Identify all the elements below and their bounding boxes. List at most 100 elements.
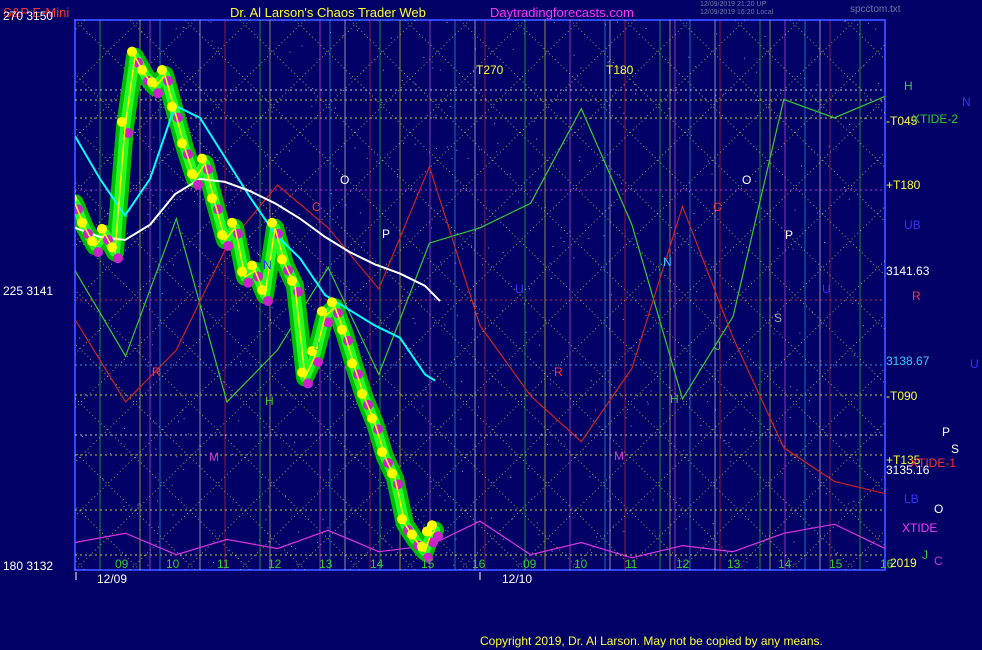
star <box>423 57 425 58</box>
plot-label-n1: N <box>263 258 272 272</box>
star <box>355 557 357 559</box>
right-label-t180: +T180 <box>886 178 921 192</box>
star <box>816 212 818 214</box>
star <box>473 71 474 73</box>
star <box>573 54 575 56</box>
plot-label-m1: M <box>209 450 219 464</box>
star <box>470 245 472 247</box>
star <box>627 409 629 410</box>
right-label-year: 2019 <box>890 556 917 570</box>
star <box>594 409 596 411</box>
cycle-line <box>75 95 885 404</box>
high-dot <box>157 65 167 75</box>
star <box>255 212 257 214</box>
star <box>364 427 366 428</box>
star <box>685 528 687 530</box>
star <box>157 526 159 528</box>
star <box>233 202 235 204</box>
right-label-u: U <box>970 357 979 371</box>
star <box>440 261 442 263</box>
diagonal-line <box>75 20 636 570</box>
star <box>472 328 474 330</box>
site-link[interactable]: Daytradingforecasts.com <box>490 5 634 20</box>
star <box>847 503 849 505</box>
left-scale-top: 270 3150 <box>3 9 54 23</box>
right-price-2: 3138.67 <box>886 354 930 368</box>
star <box>742 252 743 254</box>
high-dot <box>197 153 207 164</box>
star <box>580 67 582 69</box>
star <box>217 47 219 49</box>
star <box>277 101 279 103</box>
app-title: Dr. Al Larson's Chaos Trader Web <box>230 5 426 20</box>
star <box>557 98 559 100</box>
star <box>414 322 416 324</box>
star <box>490 517 492 519</box>
star <box>451 158 453 160</box>
star <box>456 149 458 151</box>
star <box>412 318 414 319</box>
star <box>700 425 702 426</box>
star <box>110 453 111 455</box>
high-dot <box>207 193 217 204</box>
x-tick-label: 15 <box>421 557 435 571</box>
star <box>647 403 649 405</box>
star <box>455 180 457 182</box>
star <box>518 201 520 203</box>
right-label-j: J <box>922 548 928 562</box>
star <box>342 35 344 37</box>
star <box>210 21 212 23</box>
date-label: 12/09 <box>97 572 127 586</box>
x-tick-label: 09 <box>115 557 129 571</box>
star <box>539 344 540 346</box>
star <box>676 92 678 94</box>
x-tick-label: 10 <box>574 557 588 571</box>
star <box>434 298 435 300</box>
star <box>151 344 153 346</box>
star <box>348 531 350 533</box>
cycle-line <box>75 520 885 559</box>
star <box>446 22 448 23</box>
star <box>494 122 496 124</box>
x-tick-label: 10 <box>166 557 180 571</box>
low-dot <box>303 378 313 389</box>
star <box>731 432 733 434</box>
high-dot <box>267 217 277 228</box>
date-label: 12/10 <box>502 572 532 586</box>
star <box>268 506 270 508</box>
star <box>137 504 139 506</box>
star <box>763 508 765 510</box>
right-label-c: C <box>934 554 943 568</box>
star <box>238 420 240 422</box>
star <box>453 564 455 566</box>
right-label-r: R <box>912 289 921 303</box>
star <box>467 157 469 159</box>
star <box>579 156 581 158</box>
star <box>707 160 709 162</box>
star <box>488 247 489 249</box>
right-label-t090: -T090 <box>886 389 918 403</box>
star <box>587 100 589 102</box>
star <box>126 215 128 217</box>
x-tick-label: 15 <box>829 557 843 571</box>
star <box>773 333 775 335</box>
star <box>825 493 827 495</box>
right-label-xtide2: XTIDE-2 <box>912 112 959 126</box>
star <box>536 138 538 140</box>
star <box>173 199 175 201</box>
star <box>178 420 180 422</box>
star <box>746 561 748 563</box>
star <box>590 380 592 382</box>
star <box>668 108 670 110</box>
star <box>78 558 79 560</box>
star <box>801 165 802 167</box>
star <box>322 519 324 521</box>
star <box>335 107 336 109</box>
star <box>271 111 273 113</box>
star <box>168 154 170 156</box>
star <box>439 495 441 497</box>
high-dot <box>327 297 337 308</box>
star <box>551 550 553 552</box>
star <box>655 371 657 373</box>
star <box>172 514 174 516</box>
